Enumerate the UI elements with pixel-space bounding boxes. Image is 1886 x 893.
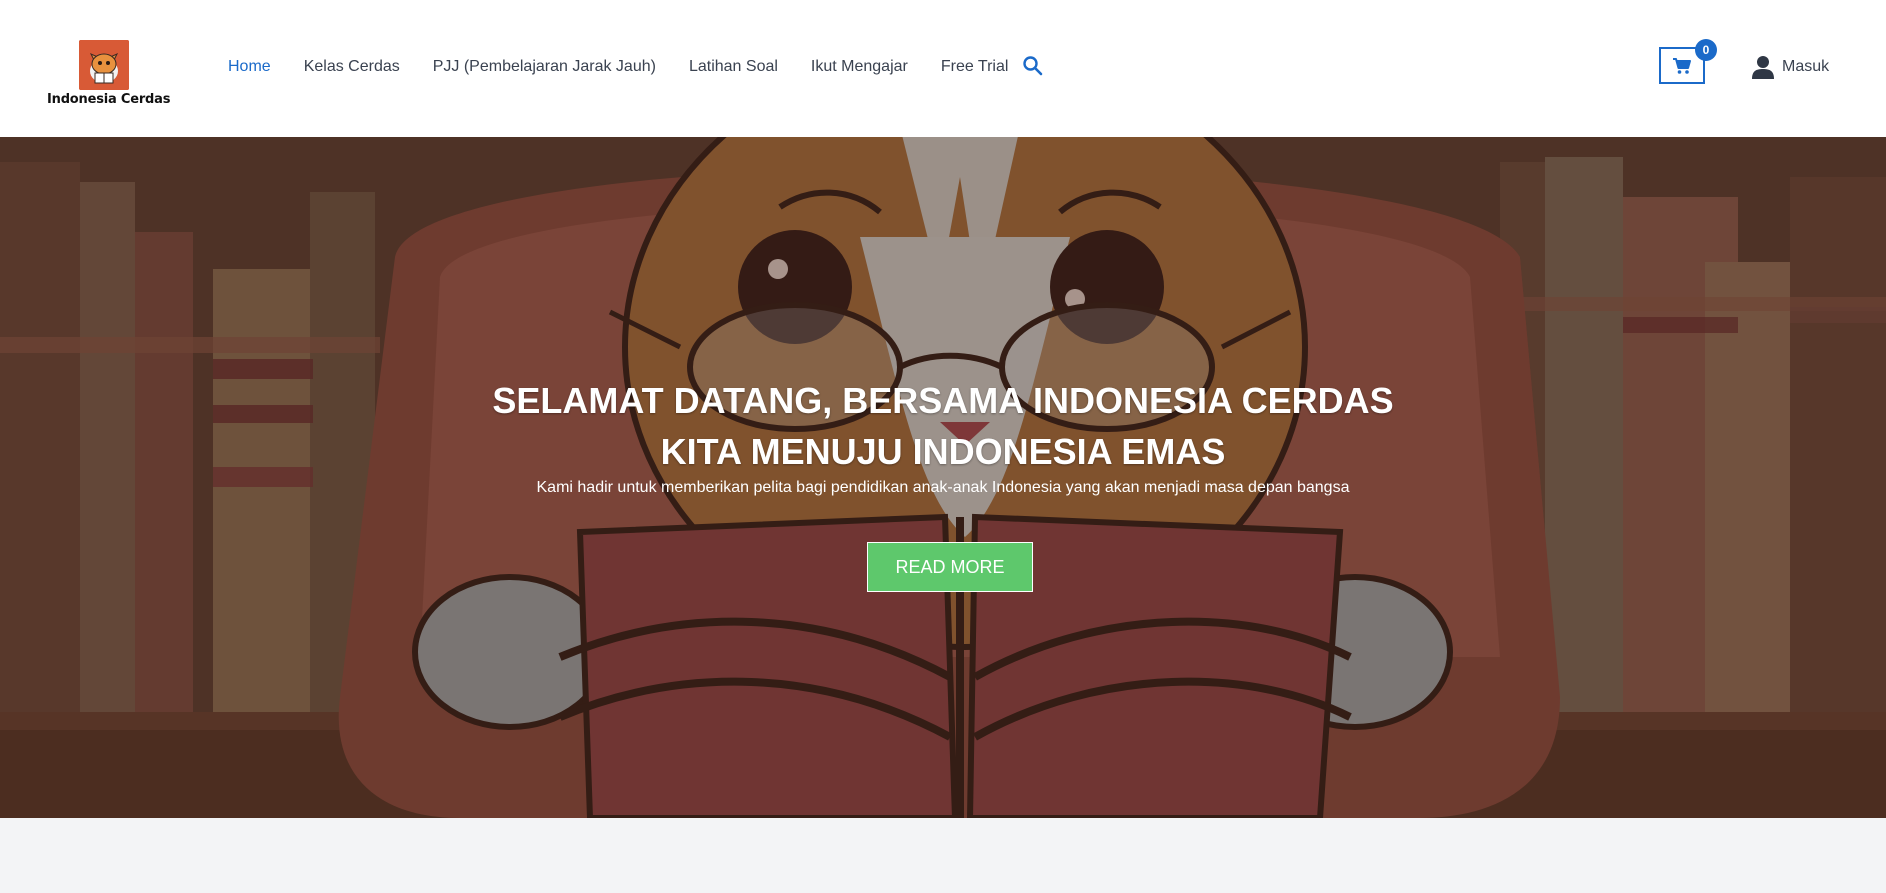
login-button[interactable]: Masuk <box>1752 53 1829 81</box>
site-logo[interactable]: Indonesia Cerdas <box>47 40 171 110</box>
cart-button[interactable]: 0 <box>1659 39 1717 84</box>
main-nav: Home Kelas Cerdas PJJ (Pembelajaran Jara… <box>228 56 1041 78</box>
search-icon[interactable] <box>1021 54 1045 78</box>
nav-item-home[interactable]: Home <box>228 58 271 76</box>
brand-name: Indonesia Cerdas <box>47 92 171 107</box>
cat-reading-icon <box>79 40 129 90</box>
nav-item-latihan-soal[interactable]: Latihan Soal <box>689 58 778 76</box>
login-label: Masuk <box>1782 58 1830 75</box>
nav-item-pjj[interactable]: PJJ (Pembelajaran Jarak Jauh) <box>433 58 656 76</box>
hero-subtitle: Kami hadir untuk memberikan pelita bagi … <box>536 479 1350 496</box>
site-header: Indonesia Cerdas Home Kelas Cerdas PJJ (… <box>0 0 1886 137</box>
nav-item-kelas-cerdas[interactable]: Kelas Cerdas <box>304 58 400 76</box>
hero-title: SELAMAT DATANG, BERSAMA INDONESIA CERDAS… <box>0 375 1886 477</box>
hero-title-line-2: KITA MENUJU INDONESIA EMAS <box>660 431 1226 472</box>
content-section <box>0 818 1886 893</box>
nav-item-free-trial[interactable]: Free Trial <box>941 58 1009 76</box>
user-icon <box>1752 56 1774 79</box>
hero-background-illustration <box>0 137 1886 818</box>
cart-icon <box>1673 57 1691 74</box>
cart-count-badge: 0 <box>1695 39 1717 61</box>
read-more-button[interactable]: READ MORE <box>867 542 1033 592</box>
nav-item-ikut-mengajar[interactable]: Ikut Mengajar <box>811 58 908 76</box>
hero-title-line-1: SELAMAT DATANG, BERSAMA INDONESIA CERDAS <box>492 380 1394 421</box>
hero-banner: SELAMAT DATANG, BERSAMA INDONESIA CERDAS… <box>0 137 1886 818</box>
